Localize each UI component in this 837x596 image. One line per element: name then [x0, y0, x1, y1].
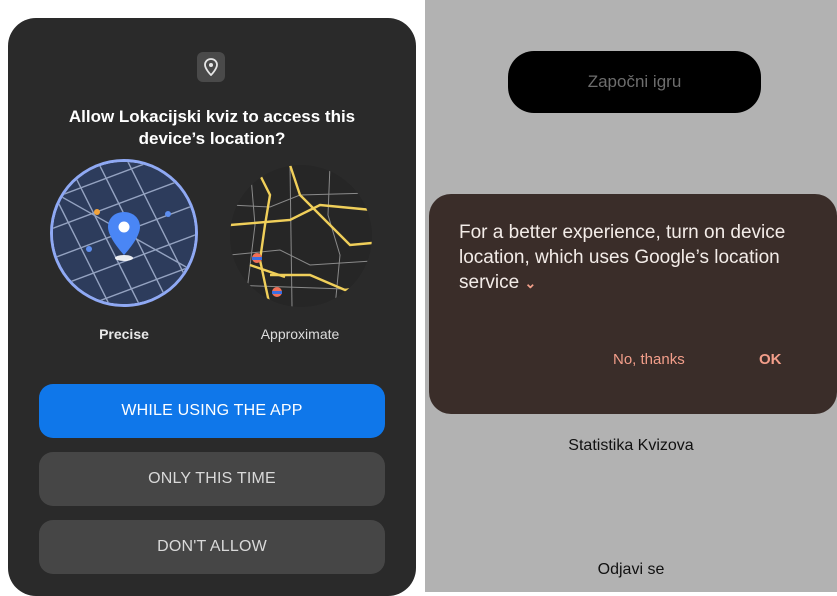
approximate-location-option[interactable] — [230, 165, 372, 307]
precise-label: Precise — [99, 326, 149, 342]
dont-allow-button[interactable]: DON'T ALLOW — [39, 520, 385, 574]
permission-title: Allow Lokacijski kviz to access this dev… — [68, 107, 356, 148]
only-this-time-button[interactable]: ONLY THIS TIME — [39, 452, 385, 506]
right-screen: Započni igru For a better experience, tu… — [425, 0, 837, 592]
precise-location-option[interactable] — [53, 162, 195, 304]
stats-link[interactable]: Statistika Kvizova — [425, 437, 837, 455]
approximate-label: Approximate — [260, 326, 340, 342]
location-prompt-dialog: For a better experience, turn on device … — [429, 194, 837, 414]
logout-link[interactable]: Odjavi se — [425, 561, 837, 579]
while-using-app-button[interactable]: WHILE USING THE APP — [39, 384, 385, 438]
chevron-down-icon[interactable]: ⌄ — [524, 275, 536, 291]
location-prompt-text: For a better experience, turn on device … — [459, 222, 786, 293]
approximate-map-illustration — [230, 165, 372, 307]
start-game-button[interactable]: Započni igru — [508, 51, 761, 113]
location-pin-icon — [197, 52, 225, 82]
permission-dialog — [8, 18, 416, 596]
ok-button[interactable]: OK — [759, 351, 782, 368]
no-thanks-button[interactable]: No, thanks — [613, 351, 685, 368]
location-prompt-message: For a better experience, turn on device … — [459, 220, 799, 296]
left-screen: Allow Lokacijski kviz to access this dev… — [0, 0, 421, 596]
precise-map-illustration — [53, 162, 195, 304]
